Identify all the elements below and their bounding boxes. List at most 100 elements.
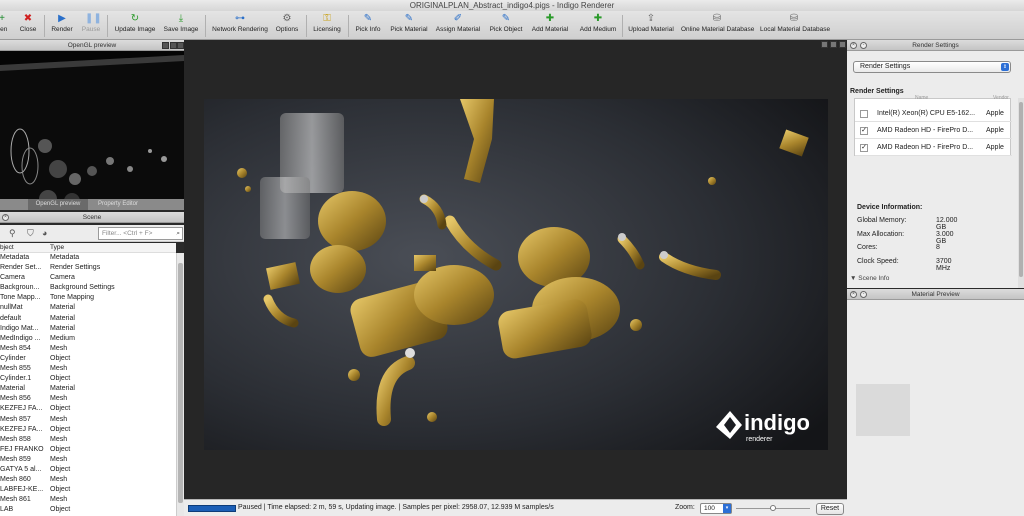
scene-list-item[interactable]: Cylinder Object xyxy=(0,354,176,364)
scene-list-item[interactable]: KEZFEJ FA... Object xyxy=(0,404,176,414)
assign-material-button[interactable]: ✐ Assign Material xyxy=(435,13,481,39)
scene-tree[interactable]: Metadata Metadata Render Set... Render Sett… xyxy=(0,253,176,516)
scrollbar-thumb[interactable] xyxy=(178,263,183,503)
close-icon[interactable]: × xyxy=(850,42,857,49)
scene-item-name: Tone Mapp... xyxy=(0,294,41,302)
undock-icon[interactable] xyxy=(821,41,828,48)
device-checkbox[interactable]: ✓ xyxy=(860,144,868,152)
scene-item-name: Mesh 855 xyxy=(0,365,31,373)
column-object[interactable]: bject xyxy=(0,243,14,253)
upload-material-button[interactable]: ⇪ Upload Material xyxy=(628,13,674,39)
pin-icon[interactable]: ⚲ xyxy=(9,228,16,239)
online-material-database-button[interactable]: ⛁ Online Material Database xyxy=(681,13,754,39)
scene-list-item[interactable]: LABFEJ-KE... Object xyxy=(0,485,176,495)
float-icon[interactable]: ◦ xyxy=(860,291,867,298)
scene-list-item[interactable]: Tone Mapp... Tone Mapping xyxy=(0,293,176,303)
scene-item-type: Mesh xyxy=(50,455,68,463)
scene-list-item[interactable]: FEJ FRANKO Object xyxy=(0,445,176,455)
scene-list-item[interactable]: Mesh 856 Mesh xyxy=(0,394,176,404)
scene-scrollbar[interactable] xyxy=(176,253,184,516)
float-icon[interactable]: ◦ xyxy=(860,42,867,49)
scene-list-item[interactable]: Mesh 861 Mesh xyxy=(0,495,176,505)
scrollbar-thumb[interactable] xyxy=(1019,102,1023,277)
zoom-slider[interactable] xyxy=(736,505,810,511)
device-vendor: Apple xyxy=(986,110,1004,117)
pause-button[interactable]: ❚❚ Pause xyxy=(80,13,102,39)
pick-object-button[interactable]: ✎ Pick Object xyxy=(488,13,524,39)
slider-handle[interactable] xyxy=(770,505,776,511)
scene-list-item[interactable]: LAB Object xyxy=(0,505,176,515)
sphere-icon[interactable]: ◕ xyxy=(42,228,47,238)
device-table[interactable]: Name Vendor Intel(R) Xeon(R) CPU E5-162.… xyxy=(854,95,1012,156)
scene-list-item[interactable]: Mesh 858 Mesh xyxy=(0,435,176,445)
add-medium-button[interactable]: ✚ Add Medium xyxy=(578,13,618,39)
scene-list-item[interactable]: Mesh 860 Mesh xyxy=(0,475,176,485)
device-row[interactable]: Intel(R) Xeon(R) CPU E5-162... Apple xyxy=(855,106,1012,122)
network-rendering-button[interactable]: ⊶ Network Rendering xyxy=(211,13,269,39)
licensing-button[interactable]: ⚿ Licensing xyxy=(312,13,342,39)
maximize-icon[interactable] xyxy=(170,42,177,49)
scene-filter-input[interactable]: Filter... <Ctrl + F> ⌕ xyxy=(98,227,183,240)
open-button[interactable]: +pen xyxy=(0,13,10,39)
scene-list-item[interactable]: MedIndigo ... Medium xyxy=(0,334,176,344)
plus-icon: + xyxy=(0,13,5,24)
close-icon[interactable] xyxy=(177,42,184,49)
scene-item-name: KEZFEJ FA... xyxy=(0,405,43,413)
tab-property-editor[interactable]: Property Editor xyxy=(90,199,146,210)
close-icon[interactable]: × xyxy=(2,214,9,221)
scene-list-item[interactable]: default Material xyxy=(0,314,176,324)
scene-list-item[interactable]: Mesh 857 Mesh xyxy=(0,415,176,425)
device-checkbox[interactable] xyxy=(860,110,868,118)
options-button[interactable]: ⚙ Options xyxy=(274,13,300,39)
device-row[interactable]: ✓ AMD Radeon HD - FirePro D... Apple xyxy=(855,123,1012,139)
scene-list-item[interactable]: Material Material xyxy=(0,384,176,394)
scene-list-header: bject Type xyxy=(0,243,176,253)
render-viewport[interactable]: indigo renderer xyxy=(184,40,847,499)
scene-list-item[interactable]: GATYA 5 al... Object xyxy=(0,465,176,475)
column-type[interactable]: Type xyxy=(50,243,64,253)
pick-material-button[interactable]: ✎ Pick Material xyxy=(389,13,429,39)
update-image-button[interactable]: ↻ Update Image xyxy=(114,13,156,39)
add-material-button[interactable]: ✚ Add Material xyxy=(530,13,570,39)
scene-item-name: Backgroun... xyxy=(0,284,40,292)
scene-item-name: MedIndigo ... xyxy=(0,334,41,342)
scene-list-item[interactable]: Render Set... Render Settings xyxy=(0,263,176,273)
reset-button[interactable]: Reset xyxy=(816,503,844,515)
render-settings-dropdown[interactable]: Render Settings ⇕ xyxy=(853,61,1011,73)
scene-list-item[interactable]: Mesh 859 Mesh xyxy=(0,455,176,465)
zoom-select[interactable]: 100 ▾ xyxy=(700,503,732,514)
scene-list-item[interactable]: Cylinder.1 Object xyxy=(0,374,176,384)
device-info-label: Max Allocation: xyxy=(857,230,905,238)
database-icon: ⛁ xyxy=(789,13,799,24)
scene-list-item[interactable]: Metadata Metadata xyxy=(0,253,176,263)
device-row[interactable]: ✓ AMD Radeon HD - FirePro D... Apple xyxy=(855,140,1012,156)
scene-item-name: GATYA 5 al... xyxy=(0,465,42,473)
local-material-database-button[interactable]: ⛁ Local Material Database xyxy=(760,13,830,39)
scene-list-item[interactable]: Mesh 854 Mesh xyxy=(0,344,176,354)
close-icon[interactable]: × xyxy=(850,291,857,298)
scene-list-item[interactable]: nullMat Material xyxy=(0,303,176,313)
tab-opengl-preview[interactable]: OpenGL preview xyxy=(28,199,88,210)
shield-icon[interactable]: ⛉ xyxy=(27,228,34,239)
render-button[interactable]: ▶ Render xyxy=(50,13,74,39)
scene-item-type: Metadata xyxy=(50,254,80,261)
device-checkbox[interactable]: ✓ xyxy=(860,127,868,135)
save-image-button[interactable]: ⤓ Save Image xyxy=(163,13,199,39)
pick-info-button[interactable]: ✎ Pick Info xyxy=(354,13,382,39)
device-vendor: Apple xyxy=(986,144,1004,151)
undock-icon[interactable] xyxy=(162,42,169,49)
scene-list-item[interactable]: Backgroun... Background Settings xyxy=(0,283,176,293)
render-settings-scrollbar[interactable] xyxy=(1018,98,1024,288)
status-bar: Paused | Time elapsed: 2 m, 59 s, Updati… xyxy=(184,499,847,516)
scene-list-item[interactable]: KEZFEJ FA... Object xyxy=(0,425,176,435)
opengl-preview-viewport[interactable] xyxy=(0,51,184,199)
maximize-icon[interactable] xyxy=(830,41,837,48)
scene-list-item[interactable]: Mesh 855 Mesh xyxy=(0,364,176,374)
scene-info-expander[interactable]: ▼ Scene Info xyxy=(850,275,889,282)
close-button[interactable]: ✖ Close xyxy=(17,13,39,39)
scene-list-item[interactable]: Camera Camera xyxy=(0,273,176,283)
scene-item-type: Object xyxy=(50,405,71,413)
scene-item-name: Cylinder.1 xyxy=(0,375,32,383)
scene-list-item[interactable]: Indigo Mat... Material xyxy=(0,324,176,334)
close-icon[interactable] xyxy=(839,41,846,48)
